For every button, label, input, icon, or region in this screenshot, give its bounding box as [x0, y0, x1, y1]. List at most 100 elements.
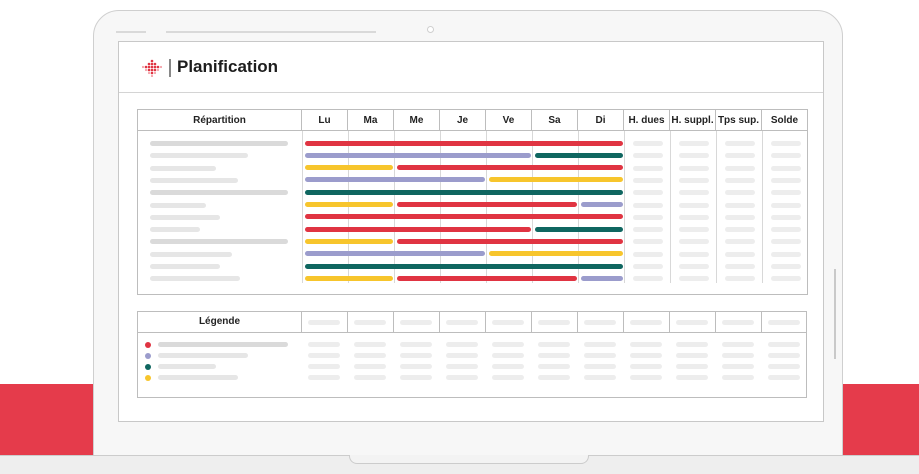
legend-dot-teal	[145, 363, 151, 370]
shift-bar-yellow[interactable]	[305, 238, 393, 244]
legend-value-placeholder	[492, 342, 524, 347]
shift-bar-teal[interactable]	[305, 189, 623, 195]
shift-bar-lavender[interactable]	[581, 202, 623, 207]
scrollbar[interactable]	[834, 269, 836, 359]
legend-value-placeholder	[400, 342, 432, 347]
column-header-di[interactable]: Di	[577, 109, 624, 131]
stat-placeholder	[771, 202, 801, 208]
shift-bar-red[interactable]	[397, 202, 577, 207]
shift-bar-yellow[interactable]	[489, 251, 623, 257]
legend-value-placeholder	[584, 353, 616, 358]
column-header-h-dues[interactable]: H. dues	[623, 109, 670, 131]
column-header-je[interactable]: Je	[439, 109, 486, 131]
legend-value-placeholder	[768, 342, 800, 347]
legend-label-placeholder	[158, 375, 238, 380]
stat-placeholder	[633, 276, 663, 282]
employee-name-placeholder	[150, 239, 288, 245]
legend-value-placeholder	[722, 364, 754, 369]
shift-bar-teal[interactable]	[305, 263, 623, 269]
page-title: Planification	[177, 57, 279, 76]
column-header-h-suppl[interactable]: H. suppl.	[669, 109, 716, 131]
stat-placeholder	[771, 153, 801, 159]
legend-dot-yellow	[145, 374, 151, 381]
stat-placeholder	[679, 276, 709, 282]
legend-header-placeholder	[446, 320, 478, 325]
legend-header-placeholder	[768, 320, 800, 325]
legend-value-placeholder	[308, 342, 340, 347]
legend-header-placeholder	[584, 320, 616, 325]
stat-placeholder	[771, 239, 801, 245]
legend-value-placeholder	[400, 364, 432, 369]
stat-placeholder	[679, 227, 709, 233]
stat-placeholder	[679, 239, 709, 245]
shift-bar-red[interactable]	[397, 238, 623, 244]
legend-value-placeholder	[584, 342, 616, 347]
shift-bar-red[interactable]	[305, 226, 531, 232]
legend-value-placeholder	[584, 364, 616, 369]
legend-header-placeholder	[722, 320, 754, 325]
shift-bar-lavender[interactable]	[305, 177, 485, 183]
shift-bar-teal[interactable]	[535, 226, 623, 232]
legend-value-placeholder	[630, 353, 662, 358]
shift-bar-yellow[interactable]	[305, 275, 393, 281]
stat-placeholder	[633, 177, 663, 183]
stat-placeholder	[633, 239, 663, 245]
legend-column-separator	[761, 312, 762, 332]
stat-placeholder	[771, 276, 801, 282]
app-header: Planification	[119, 42, 823, 93]
shift-bar-yellow[interactable]	[489, 177, 623, 183]
column-header-ma[interactable]: Ma	[347, 109, 394, 131]
stat-placeholder	[771, 141, 801, 146]
legend-column-separator	[577, 312, 578, 332]
shift-bar-lavender[interactable]	[305, 152, 531, 158]
legend-header-placeholder	[400, 320, 432, 325]
stat-placeholder	[633, 251, 663, 257]
legend-value-placeholder	[400, 353, 432, 358]
employee-name-placeholder	[150, 177, 238, 183]
shift-bar-red[interactable]	[397, 275, 577, 281]
legend-value-placeholder	[354, 375, 386, 380]
column-header-me[interactable]: Me	[393, 109, 440, 131]
shift-bar-yellow[interactable]	[305, 202, 393, 207]
column-header-ve[interactable]: Ve	[485, 109, 532, 131]
stat-placeholder	[725, 227, 755, 233]
shift-bar-teal[interactable]	[535, 152, 623, 158]
shift-bar-red[interactable]	[305, 140, 623, 146]
stat-placeholder	[725, 264, 755, 269]
legend-value-placeholder	[722, 353, 754, 358]
column-header-solde[interactable]: Solde	[761, 109, 808, 131]
employee-name-placeholder	[150, 141, 288, 146]
stat-placeholder	[633, 227, 663, 233]
employee-name-placeholder	[150, 202, 206, 208]
legend-value-placeholder	[308, 375, 340, 380]
legend-value-placeholder	[354, 364, 386, 369]
diamond-logo-icon	[142, 59, 162, 77]
column-header-lu[interactable]: Lu	[301, 109, 348, 131]
legend-column-separator	[531, 312, 532, 332]
stat-placeholder	[725, 190, 755, 196]
legend-column-separator	[715, 312, 716, 332]
stat-placeholder	[633, 214, 663, 220]
legend-header-placeholder	[630, 320, 662, 325]
shift-bar-red[interactable]	[305, 214, 623, 220]
shift-bar-yellow[interactable]	[305, 165, 393, 171]
employee-name-placeholder	[150, 227, 200, 233]
legend-value-placeholder	[308, 353, 340, 358]
legend-value-placeholder	[492, 353, 524, 358]
table-body-row	[137, 130, 808, 295]
stat-placeholder	[633, 190, 663, 196]
stat-placeholder	[633, 264, 663, 269]
shift-bar-red[interactable]	[397, 165, 623, 171]
stat-placeholder	[725, 214, 755, 220]
legend-value-placeholder	[354, 353, 386, 358]
stat-placeholder	[679, 251, 709, 257]
stat-placeholder	[679, 202, 709, 208]
legend-value-placeholder	[538, 353, 570, 358]
column-header-sa[interactable]: Sa	[531, 109, 578, 131]
shift-bar-lavender[interactable]	[305, 251, 485, 257]
column-header-tps-sup[interactable]: Tps sup.	[715, 109, 762, 131]
day-separator	[532, 131, 533, 283]
schedule-rows	[138, 131, 807, 294]
shift-bar-lavender[interactable]	[581, 275, 623, 281]
column-header-repartition[interactable]: Répartition	[137, 109, 302, 131]
